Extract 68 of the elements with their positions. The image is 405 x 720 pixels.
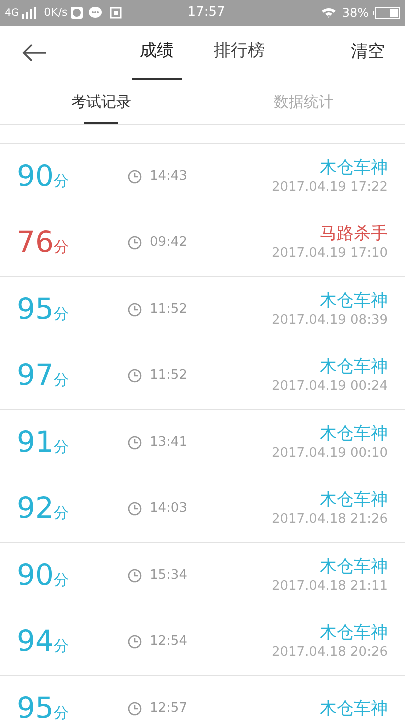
score-unit: 分	[54, 636, 69, 657]
battery-icon	[373, 7, 400, 19]
header-tab[interactable]: 排行榜	[206, 26, 273, 80]
record-date: 2017.04.18 21:26	[272, 511, 388, 529]
clock-icon	[128, 303, 142, 317]
rank-title: 木仓车神	[320, 489, 388, 511]
score: 90	[17, 162, 54, 191]
score-unit: 分	[54, 436, 69, 458]
clock-time: 17:57	[188, 4, 226, 22]
exam-duration: 09:42	[150, 234, 188, 252]
chat-icon	[88, 7, 102, 19]
score-unit: 分	[54, 502, 69, 524]
score: 76	[17, 228, 54, 257]
score: 91	[17, 428, 54, 457]
score: 95	[17, 694, 54, 720]
screenshot-icon	[110, 7, 123, 19]
record-date: 2017.04.19 00:24	[272, 378, 388, 396]
score: 97	[17, 360, 54, 390]
record-date: 2017.04.19 17:10	[272, 245, 388, 263]
rank-title: 木仓车神	[320, 157, 388, 179]
score-unit: 分	[54, 570, 69, 591]
exam-duration: 11:52	[150, 367, 188, 386]
sub-tab[interactable]: 考试记录	[69, 80, 134, 124]
record-date: 2017.04.19 17:22	[272, 179, 388, 197]
record-date: 2017.04.18 20:26	[272, 644, 388, 662]
exam-duration: 14:43	[150, 168, 188, 186]
rank-title: 马路杀手	[320, 223, 388, 245]
clock-icon	[128, 569, 142, 583]
face-icon	[70, 7, 83, 19]
score-unit: 分	[54, 702, 69, 720]
score: 90	[17, 560, 54, 590]
clock-icon	[128, 635, 142, 649]
record-date: 2017.04.19 08:39	[272, 312, 388, 330]
back-arrow-icon[interactable]	[22, 44, 47, 62]
exam-duration: 11:52	[150, 301, 188, 320]
signal-icon	[22, 7, 36, 19]
header-tab[interactable]: 成绩	[132, 26, 182, 80]
score-unit: 分	[54, 236, 69, 258]
network-speed: 0K/s	[44, 4, 68, 21]
exam-duration: 14:03	[150, 500, 188, 518]
clock-icon	[128, 170, 142, 184]
rank-title: 木仓车神	[320, 622, 388, 644]
exam-duration: 13:41	[150, 434, 188, 452]
score: 92	[17, 494, 54, 523]
rank-title: 木仓车神	[320, 290, 388, 312]
clock-icon	[128, 502, 142, 516]
exam-duration: 12:57	[150, 700, 188, 718]
score: 94	[17, 626, 54, 656]
record-date: 2017.04.19 00:10	[272, 445, 388, 463]
battery-percent: 38%	[342, 5, 369, 22]
rank-title: 木仓车神	[320, 556, 388, 578]
score-unit: 分	[54, 170, 69, 192]
clear-button[interactable]: 清空	[351, 40, 385, 66]
score-unit: 分	[54, 304, 69, 325]
wifi-icon	[322, 8, 336, 18]
rank-title: 木仓车神	[320, 356, 388, 378]
exam-duration: 12:54	[150, 633, 188, 652]
network-type: 4G	[5, 6, 20, 20]
exam-duration: 15:34	[150, 567, 188, 586]
clock-icon	[128, 236, 142, 250]
clock-icon	[128, 369, 142, 383]
rank-title: 木仓车神	[320, 698, 388, 720]
clock-icon	[128, 702, 142, 716]
score: 95	[17, 294, 54, 324]
clock-icon	[128, 436, 142, 450]
rank-title: 木仓车神	[320, 423, 388, 445]
score-unit: 分	[54, 370, 69, 391]
record-date: 2017.04.18 21:11	[272, 578, 388, 596]
